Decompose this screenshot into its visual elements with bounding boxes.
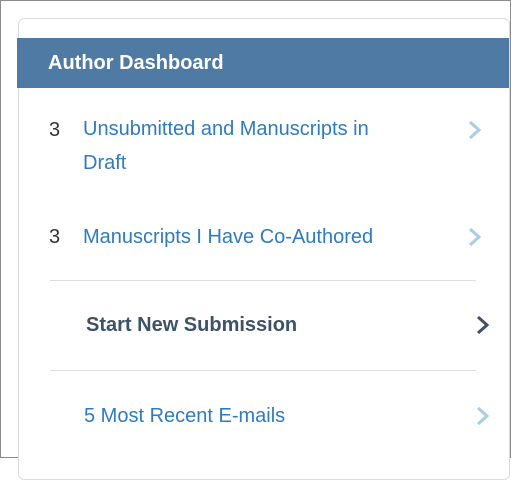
divider	[50, 280, 476, 281]
unsubmitted-drafts-item[interactable]: 3 Unsubmitted and Manuscripts in Draft	[17, 112, 509, 192]
chevron-right-icon	[469, 227, 482, 247]
dashboard-title: Author Dashboard	[48, 52, 224, 74]
co-authored-link[interactable]: Manuscripts I Have Co-Authored	[83, 220, 373, 254]
recent-emails-item[interactable]: 5 Most Recent E-mails	[17, 393, 509, 441]
unsubmitted-count: 3	[49, 119, 61, 141]
recent-emails-link[interactable]: 5 Most Recent E-mails	[84, 399, 285, 433]
unsubmitted-label-line1: Unsubmitted and Manuscripts in	[83, 118, 369, 140]
co-authored-count: 3	[49, 226, 61, 248]
chevron-right-icon	[477, 406, 490, 426]
co-authored-item[interactable]: 3 Manuscripts I Have Co-Authored	[17, 218, 509, 258]
divider	[50, 370, 476, 371]
dashboard-header: Author Dashboard	[17, 38, 509, 88]
chevron-right-icon	[477, 315, 490, 335]
start-new-submission-link[interactable]: Start New Submission	[86, 308, 297, 342]
unsubmitted-drafts-link[interactable]: Unsubmitted and Manuscripts in Draft	[83, 112, 473, 180]
chevron-right-icon	[469, 120, 482, 140]
unsubmitted-label-line2: Draft	[83, 152, 127, 174]
start-new-submission-item[interactable]: Start New Submission	[17, 302, 509, 350]
